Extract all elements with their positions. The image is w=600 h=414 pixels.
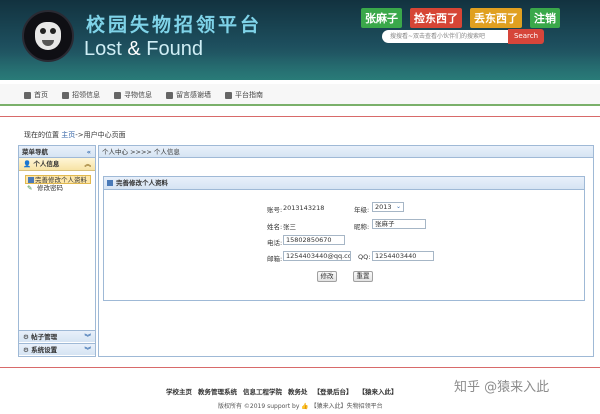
- nav-found-info[interactable]: 招领信息: [62, 90, 100, 100]
- chevron-down-icon: ︾: [84, 333, 92, 341]
- submit-button[interactable]: 修改: [317, 271, 337, 282]
- sidebar-group-posts-label: 帖子管理: [31, 333, 58, 341]
- main-nav: 首页 招领信息 寻物信息 留言感谢墙 平台指南: [0, 84, 600, 106]
- nickname-label: 昵称:: [354, 223, 370, 231]
- footer-link-school[interactable]: 学校主页: [166, 386, 192, 396]
- profile-panel: 完善修改个人资料 账号: 2013143218 年级: 2013 ⌄ 姓名: 张…: [103, 176, 585, 301]
- nav-guide-label: 平台指南: [235, 91, 263, 99]
- grade-select[interactable]: 2013 ⌄: [372, 202, 404, 212]
- name-label: 姓名:: [267, 223, 283, 231]
- chevron-down-icon: ⌄: [395, 203, 401, 210]
- sidebar-group-settings[interactable]: ⚙ 系统设置 ︾: [19, 343, 95, 355]
- site-title-cn: 校园失物招领平台: [86, 14, 263, 36]
- chevron-up-icon: ︽: [84, 160, 92, 168]
- picture-icon: [62, 91, 69, 99]
- divider: [0, 116, 600, 117]
- reset-button[interactable]: 重置: [353, 271, 373, 282]
- watermark: 知乎 @猿来入此: [454, 380, 550, 395]
- main-content: 个人中心 >>>> 个人信息 完善修改个人资料 账号: 2013143218 年…: [98, 145, 594, 357]
- nickname-field[interactable]: 张麻子: [372, 219, 426, 229]
- sidebar-group-profile-label: 个人信息: [33, 160, 60, 168]
- save-icon: [28, 177, 34, 183]
- grade-select-value: 2013: [375, 203, 392, 211]
- title-en-amp: &: [127, 38, 141, 60]
- search-button[interactable]: Search: [508, 29, 544, 44]
- settings-icon: ⚙: [23, 346, 29, 354]
- account-value: 2013143218: [283, 204, 325, 212]
- nav-lost-info[interactable]: 寻物信息: [114, 90, 152, 100]
- qq-field[interactable]: 1254403440: [372, 251, 434, 261]
- sidebar-group-posts[interactable]: ⚙ 帖子管理 ︾: [19, 330, 95, 342]
- gear-icon: ⚙: [23, 333, 29, 341]
- star-icon: [166, 91, 173, 99]
- sidebar-group-settings-label: 系统设置: [31, 346, 58, 354]
- sidebar-item-edit-profile-label: 完善修改个人资料: [35, 176, 87, 184]
- search-input[interactable]: 搜搜看~双击查看小伙伴们的搜索吧: [382, 30, 508, 43]
- main-header: 个人中心 >>>> 个人信息: [99, 146, 593, 158]
- logout-link[interactable]: 注销: [530, 8, 560, 28]
- site-header: 校园失物招领平台 Lost & Found 张麻子 捡东西了 丢东西了 注销 搜…: [0, 0, 600, 80]
- nav-home[interactable]: 首页: [24, 90, 48, 100]
- email-field[interactable]: 1254403440@qq.com: [283, 251, 351, 261]
- panel-title-label: 完善修改个人资料: [116, 179, 168, 187]
- breadcrumb-prefix: 现在的位置: [24, 131, 59, 139]
- save-icon: [107, 180, 113, 186]
- nav-lost-label: 寻物信息: [124, 91, 152, 99]
- site-title-en: Lost & Found: [84, 38, 203, 61]
- sidebar-group-profile[interactable]: 👤 个人信息 ︽: [19, 158, 95, 171]
- nav-found-label: 招领信息: [72, 91, 100, 99]
- copyright: 版权所有 ©2019 support by 👍 【猿来入此】失物招领平台: [218, 403, 383, 410]
- footer-links: 学校主页 教务管理系统 信息工程学院 教务处 【登录后台】 【猿来入此】: [166, 386, 398, 396]
- sidebar-item-change-password-label: 修改密码: [37, 184, 63, 192]
- lost-item-link[interactable]: 丢东西了: [470, 8, 522, 28]
- monkey-eye-right-icon: [50, 28, 56, 34]
- monkey-eye-left-icon: [40, 28, 46, 34]
- name-value: 张三: [283, 223, 296, 231]
- title-en-lost: Lost: [84, 38, 122, 60]
- email-label: 邮箱:: [267, 255, 283, 263]
- search-icon: [114, 91, 121, 99]
- footer-link-it-college[interactable]: 信息工程学院: [243, 386, 282, 396]
- nav-guide[interactable]: 平台指南: [225, 90, 263, 100]
- phone-label: 电话:: [267, 239, 283, 247]
- footer-link-admin-login[interactable]: 【登录后台】: [314, 386, 353, 396]
- home-icon: [24, 91, 31, 99]
- found-item-link[interactable]: 捡东西了: [410, 8, 462, 28]
- nav-thanks-label: 留言感谢墙: [176, 91, 211, 99]
- sidebar-title-label: 菜单导航: [22, 148, 48, 156]
- sidebar: 菜单导航 « 👤 个人信息 ︽ 完善修改个人资料 ✎ 修改密码 ⚙ 帖子管理 ︾…: [18, 145, 96, 357]
- sidebar-item-change-password[interactable]: ✎ 修改密码: [25, 184, 95, 193]
- pencil-icon: ✎: [27, 184, 33, 192]
- phone-field[interactable]: 15802850670: [283, 235, 345, 245]
- footer-link-yuanlai[interactable]: 【猿来入此】: [359, 386, 398, 396]
- footer-link-academic-office[interactable]: 教务处: [288, 386, 308, 396]
- sidebar-title: 菜单导航 «: [19, 146, 95, 158]
- qq-label: QQ:: [358, 253, 371, 261]
- footer-divider: [0, 367, 600, 368]
- breadcrumb: 现在的位置 主页->用户中心页面: [24, 130, 126, 140]
- user-name-link[interactable]: 张麻子: [361, 8, 402, 28]
- breadcrumb-home[interactable]: 主页: [61, 131, 75, 139]
- user-icon: 👤: [23, 160, 32, 168]
- account-label: 账号:: [267, 206, 283, 214]
- collapse-icon[interactable]: «: [87, 146, 91, 158]
- chevron-down-icon: ︾: [84, 346, 92, 354]
- title-en-found: Found: [146, 38, 203, 60]
- sidebar-item-edit-profile[interactable]: 完善修改个人资料: [25, 175, 91, 184]
- panel-title: 完善修改个人资料: [104, 177, 584, 190]
- breadcrumb-sep: ->: [75, 131, 84, 139]
- nav-home-label: 首页: [34, 91, 48, 99]
- header-links: 张麻子 捡东西了 丢东西了 注销: [361, 8, 560, 28]
- guide-icon: [225, 91, 232, 99]
- nav-thanks-wall[interactable]: 留言感谢墙: [166, 90, 211, 100]
- breadcrumb-current: 用户中心页面: [83, 131, 126, 139]
- grade-label: 年级:: [354, 206, 370, 214]
- footer-link-academic-system[interactable]: 教务管理系统: [198, 386, 237, 396]
